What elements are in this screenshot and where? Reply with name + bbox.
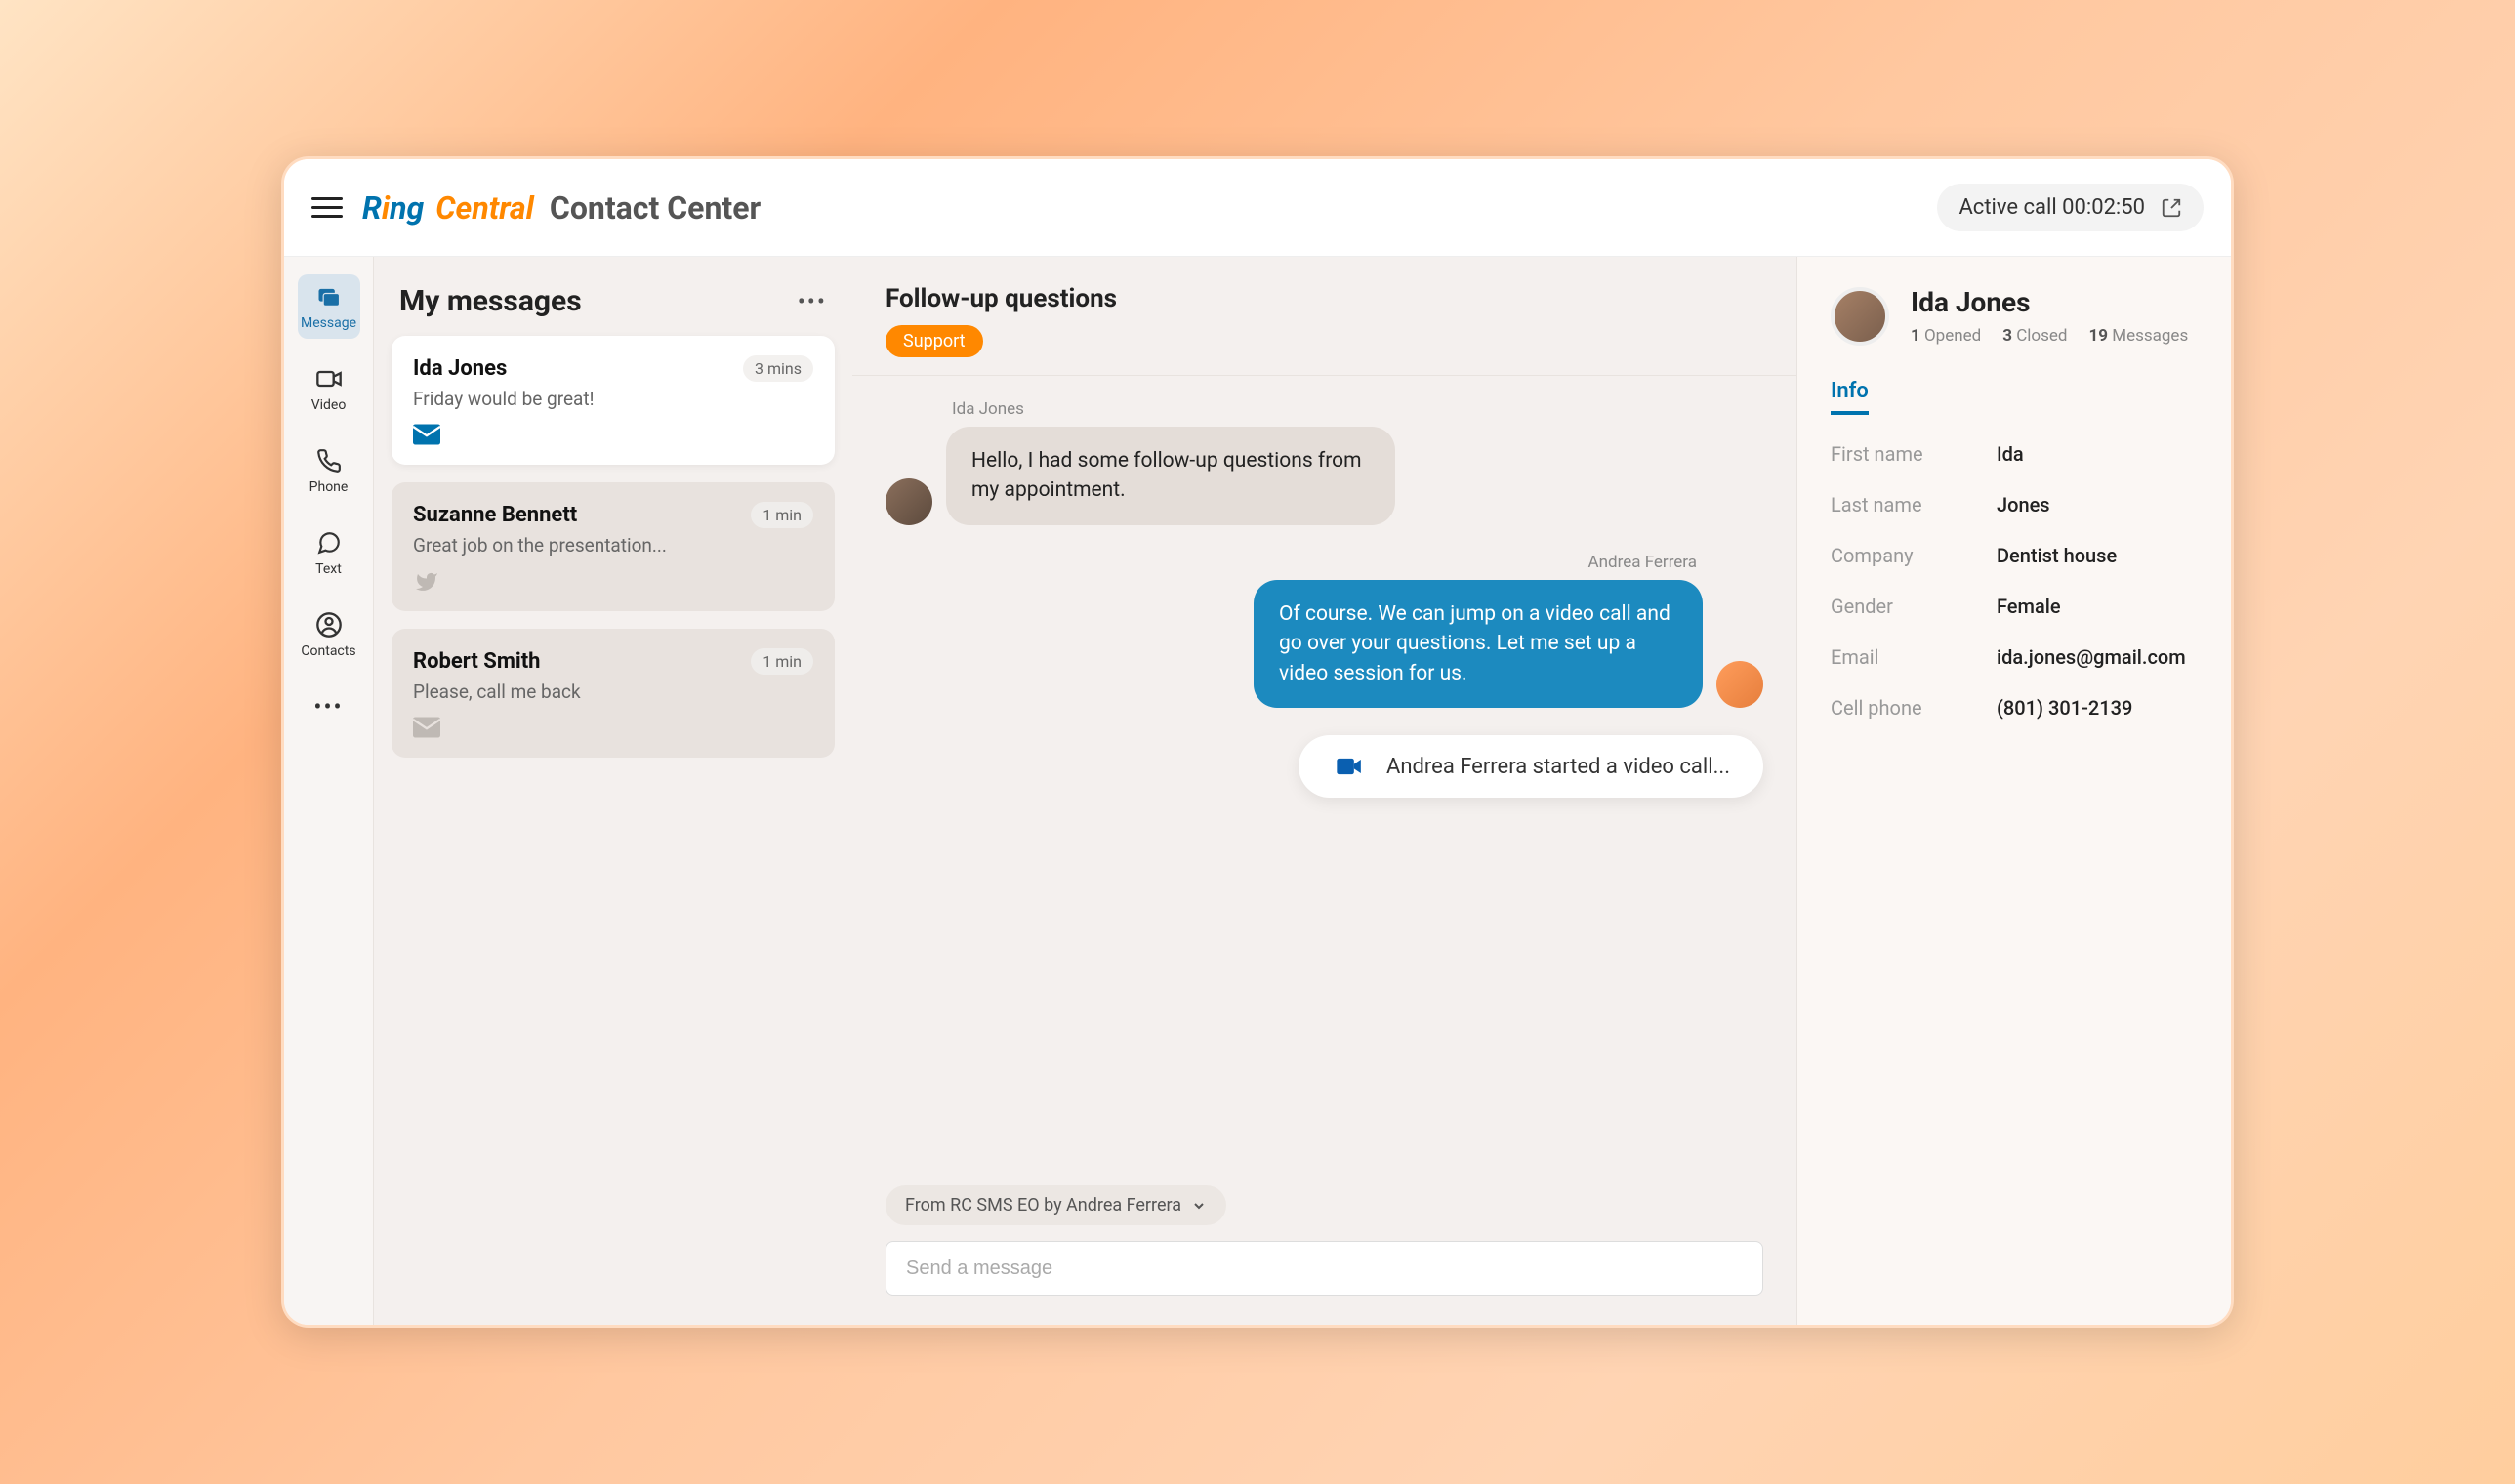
message-bubble-in: Hello, I had some follow-up questions fr… [946, 427, 1395, 525]
video-icon [314, 364, 344, 393]
contact-fields: First name Ida Last name Jones Company D… [1831, 442, 2198, 720]
field-label: Email [1831, 645, 1997, 669]
message-source[interactable]: From RC SMS EO by Andrea Ferrera [886, 1185, 1226, 1225]
message-preview: Great job on the presentation... [413, 534, 813, 556]
field-cell: Cell phone (801) 301-2139 [1831, 696, 2198, 720]
contact-name: Ida Jones [1911, 286, 2198, 318]
avatar [1716, 661, 1763, 708]
video-notice-text: Andrea Ferrera started a video call... [1386, 755, 1730, 779]
field-email: Email ida.jones@gmail.com [1831, 645, 2198, 669]
conversation-footer: From RC SMS EO by Andrea Ferrera [852, 1172, 1796, 1325]
info-tab[interactable]: Info [1831, 379, 1869, 415]
source-text: From RC SMS EO by Andrea Ferrera [905, 1195, 1181, 1216]
email-icon [413, 717, 440, 738]
field-gender: Gender Female [1831, 595, 2198, 618]
main-body: Message Video Phone Text [284, 257, 2231, 1325]
active-call-pill[interactable]: Active call 00:02:50 [1937, 184, 2204, 231]
nav-label: Video [311, 397, 347, 413]
contact-info-column: Ida Jones 1 Opened 3 Closed 19 Messages … [1796, 257, 2231, 1325]
messages-column: My messages ••• Ida Jones 3 mins Friday … [374, 257, 852, 1325]
message-sender: Robert Smith [413, 649, 540, 674]
message-time: 3 mins [743, 355, 813, 382]
app-window: RingCentral Contact Center Active call 0… [281, 156, 2234, 1328]
message-icon [314, 282, 344, 311]
messages-title: My messages [399, 284, 582, 318]
nav-label: Phone [309, 479, 349, 495]
field-last-name: Last name Jones [1831, 493, 2198, 516]
nav-phone[interactable]: Phone [298, 438, 360, 503]
field-value: Jones [1997, 493, 2050, 516]
field-value: Female [1997, 595, 2061, 618]
contact-stats: 1 Opened 3 Closed 19 Messages [1911, 326, 2198, 346]
menu-icon[interactable] [311, 192, 343, 224]
message-preview: Please, call me back [413, 680, 813, 703]
field-label: Company [1831, 544, 1997, 567]
email-icon [413, 424, 440, 445]
video-call-notice[interactable]: Andrea Ferrera started a video call... [1299, 735, 1763, 798]
support-tag: Support [886, 325, 983, 357]
chevron-down-icon [1191, 1198, 1207, 1214]
field-label: Cell phone [1831, 696, 1997, 720]
message-row: Hello, I had some follow-up questions fr… [886, 427, 1763, 525]
message-card[interactable]: Robert Smith 1 min Please, call me back [392, 629, 835, 758]
nav-contacts[interactable]: Contacts [298, 602, 360, 667]
field-first-name: First name Ida [1831, 442, 2198, 466]
contacts-icon [314, 610, 344, 639]
message-sender: Suzanne Bennett [413, 503, 577, 527]
nav-label: Message [301, 315, 356, 331]
field-value: Ida [1997, 442, 2024, 466]
field-label: First name [1831, 442, 1997, 466]
nav-message[interactable]: Message [298, 274, 360, 339]
conversation-title: Follow-up questions [886, 284, 1763, 313]
nav-sidebar: Message Video Phone Text [284, 257, 374, 1325]
nav-text[interactable]: Text [298, 520, 360, 585]
avatar [886, 478, 932, 525]
field-label: Last name [1831, 493, 1997, 516]
message-time: 1 min [751, 502, 813, 528]
twitter-icon [413, 570, 440, 592]
conversation-column: Follow-up questions Support Ida Jones He… [852, 257, 1796, 1325]
nav-video[interactable]: Video [298, 356, 360, 421]
field-label: Gender [1831, 595, 1997, 618]
sender-label: Ida Jones [952, 399, 1763, 419]
popout-icon [2161, 197, 2182, 219]
contact-avatar [1831, 287, 1889, 346]
conversation-header: Follow-up questions Support [852, 257, 1796, 376]
nav-label: Text [315, 561, 342, 577]
message-preview: Friday would be great! [413, 388, 813, 410]
message-card[interactable]: Ida Jones 3 mins Friday would be great! [392, 336, 835, 465]
sender-label: Andrea Ferrera [886, 553, 1697, 572]
nav-label: Contacts [301, 643, 355, 659]
field-value: ida.jones@gmail.com [1997, 645, 2186, 669]
field-value: (801) 301-2139 [1997, 696, 2132, 720]
field-value: Dentist house [1997, 544, 2117, 567]
message-time: 1 min [751, 648, 813, 675]
phone-icon [314, 446, 344, 475]
compose-input[interactable] [886, 1241, 1763, 1296]
messages-header: My messages ••• [392, 284, 835, 318]
chat-icon [314, 528, 344, 557]
video-icon [1332, 753, 1365, 780]
messages-more-icon[interactable]: ••• [798, 288, 827, 315]
message-sender: Ida Jones [413, 356, 507, 381]
message-card[interactable]: Suzanne Bennett 1 min Great job on the p… [392, 482, 835, 611]
more-icon: ••• [314, 692, 344, 721]
call-status-text: Active call 00:02:50 [1958, 195, 2145, 220]
nav-more[interactable]: ••• [298, 684, 360, 729]
header-bar: RingCentral Contact Center Active call 0… [284, 159, 2231, 257]
contact-header: Ida Jones 1 Opened 3 Closed 19 Messages [1831, 286, 2198, 346]
message-bubble-out: Of course. We can jump on a video call a… [1254, 580, 1703, 708]
field-company: Company Dentist house [1831, 544, 2198, 567]
message-row: Of course. We can jump on a video call a… [886, 580, 1763, 708]
app-logo: RingCentral Contact Center [362, 189, 761, 227]
conversation-body: Ida Jones Hello, I had some follow-up qu… [852, 376, 1796, 1172]
